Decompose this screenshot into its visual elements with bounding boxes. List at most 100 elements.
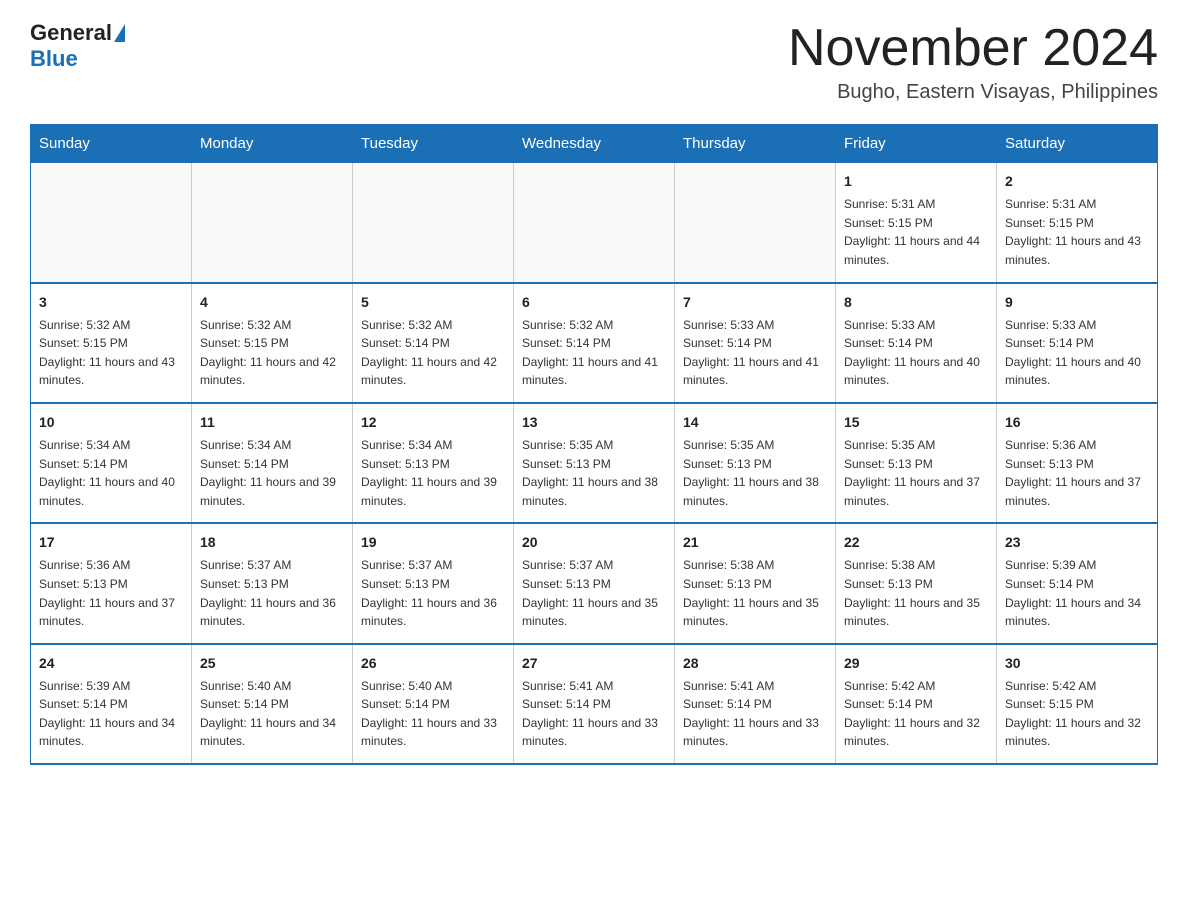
day-number: 19 [361,532,505,553]
calendar-cell: 7Sunrise: 5:33 AM Sunset: 5:14 PM Daylig… [675,283,836,403]
day-number: 17 [39,532,183,553]
day-info: Sunrise: 5:31 AM Sunset: 5:15 PM Dayligh… [1005,195,1149,269]
calendar-cell [353,163,514,283]
calendar-cell: 18Sunrise: 5:37 AM Sunset: 5:13 PM Dayli… [192,523,353,643]
week-row-2: 3 Sunrise: 5:32 AM Sunset: 5:15 PM Daylig… [31,283,1158,403]
calendar-body: 1 Sunrise: 5:31 AM Sunset: 5:15 PM Daylig… [31,163,1158,764]
day-number: 28 [683,653,827,674]
day-info: Sunrise: 5:36 AM Sunset: 5:13 PM Dayligh… [39,556,183,630]
day-number: 11 [200,412,344,433]
logo-general-text: General [30,20,112,46]
calendar-cell: 30Sunrise: 5:42 AM Sunset: 5:15 PM Dayli… [997,644,1158,764]
calendar-cell: 16Sunrise: 5:36 AM Sunset: 5:13 PM Dayli… [997,403,1158,523]
day-info: Sunrise: 5:36 AM Sunset: 5:13 PM Dayligh… [1005,436,1149,510]
calendar-cell: 21 Sunrise: 5:38 AM Sunset: 5:13 PM Dayli… [675,523,836,643]
calendar-cell: 6Sunrise: 5:32 AM Sunset: 5:14 PM Daylig… [514,283,675,403]
calendar-cell: 8 Sunrise: 5:33 AM Sunset: 5:14 PM Daylig… [836,283,997,403]
week-row-5: 24 Sunrise: 5:39 AM Sunset: 5:14 PM Dayli… [31,644,1158,764]
header-day-monday: Monday [192,125,353,163]
header-day-saturday: Saturday [997,125,1158,163]
day-number: 15 [844,412,988,433]
calendar-cell: 20 Sunrise: 5:37 AM Sunset: 5:13 PM Dayli… [514,523,675,643]
day-number: 29 [844,653,988,674]
day-number: 21 [683,532,827,553]
day-number: 1 [844,171,988,192]
day-number: 9 [1005,292,1149,313]
day-info: Sunrise: 5:32 AM Sunset: 5:14 PM Dayligh… [361,316,505,390]
day-info: Sunrise: 5:39 AM Sunset: 5:14 PM Dayligh… [1005,556,1149,630]
header-day-sunday: Sunday [31,125,192,163]
calendar-cell: 23 Sunrise: 5:39 AM Sunset: 5:14 PM Dayli… [997,523,1158,643]
day-number: 3 [39,292,183,313]
day-number: 13 [522,412,666,433]
day-info: Sunrise: 5:35 AM Sunset: 5:13 PM Dayligh… [522,436,666,510]
day-info: Sunrise: 5:32 AM Sunset: 5:15 PM Dayligh… [200,316,344,390]
day-number: 7 [683,292,827,313]
day-info: Sunrise: 5:35 AM Sunset: 5:13 PM Dayligh… [844,436,988,510]
calendar-cell: 12 Sunrise: 5:34 AM Sunset: 5:13 PM Dayli… [353,403,514,523]
day-number: 8 [844,292,988,313]
calendar-cell: 5 Sunrise: 5:32 AM Sunset: 5:14 PM Daylig… [353,283,514,403]
location-subtitle: Bugho, Eastern Visayas, Philippines [788,81,1158,104]
calendar-cell: 14 Sunrise: 5:35 AM Sunset: 5:13 PM Dayli… [675,403,836,523]
logo: General Blue [30,20,125,72]
day-number: 25 [200,653,344,674]
calendar-cell: 13 Sunrise: 5:35 AM Sunset: 5:13 PM Dayli… [514,403,675,523]
day-number: 10 [39,412,183,433]
day-info: Sunrise: 5:31 AM Sunset: 5:15 PM Dayligh… [844,195,988,269]
week-row-3: 10 Sunrise: 5:34 AM Sunset: 5:14 PM Dayli… [31,403,1158,523]
day-info: Sunrise: 5:41 AM Sunset: 5:14 PM Dayligh… [683,677,827,751]
calendar-table: SundayMondayTuesdayWednesdayThursdayFrid… [30,124,1158,765]
day-info: Sunrise: 5:34 AM Sunset: 5:14 PM Dayligh… [200,436,344,510]
logo-blue-text: Blue [30,46,78,72]
title-section: November 2024 Bugho, Eastern Visayas, Ph… [788,20,1158,104]
header-day-thursday: Thursday [675,125,836,163]
day-number: 22 [844,532,988,553]
calendar-cell: 15 Sunrise: 5:35 AM Sunset: 5:13 PM Dayli… [836,403,997,523]
day-info: Sunrise: 5:33 AM Sunset: 5:14 PM Dayligh… [844,316,988,390]
calendar-cell: 4 Sunrise: 5:32 AM Sunset: 5:15 PM Daylig… [192,283,353,403]
day-number: 20 [522,532,666,553]
calendar-cell: 2 Sunrise: 5:31 AM Sunset: 5:15 PM Daylig… [997,163,1158,283]
calendar-cell [514,163,675,283]
day-number: 2 [1005,171,1149,192]
day-info: Sunrise: 5:32 AM Sunset: 5:15 PM Dayligh… [39,316,183,390]
calendar-header: SundayMondayTuesdayWednesdayThursdayFrid… [31,125,1158,163]
day-info: Sunrise: 5:32 AM Sunset: 5:14 PM Dayligh… [522,316,666,390]
calendar-cell: 3 Sunrise: 5:32 AM Sunset: 5:15 PM Daylig… [31,283,192,403]
day-info: Sunrise: 5:37 AM Sunset: 5:13 PM Dayligh… [200,556,344,630]
day-number: 24 [39,653,183,674]
day-info: Sunrise: 5:34 AM Sunset: 5:14 PM Dayligh… [39,436,183,510]
day-number: 27 [522,653,666,674]
day-number: 14 [683,412,827,433]
calendar-cell: 27 Sunrise: 5:41 AM Sunset: 5:14 PM Dayli… [514,644,675,764]
day-number: 5 [361,292,505,313]
day-number: 4 [200,292,344,313]
day-info: Sunrise: 5:40 AM Sunset: 5:14 PM Dayligh… [200,677,344,751]
day-info: Sunrise: 5:39 AM Sunset: 5:14 PM Dayligh… [39,677,183,751]
week-row-1: 1 Sunrise: 5:31 AM Sunset: 5:15 PM Daylig… [31,163,1158,283]
day-info: Sunrise: 5:42 AM Sunset: 5:15 PM Dayligh… [1005,677,1149,751]
day-info: Sunrise: 5:37 AM Sunset: 5:13 PM Dayligh… [522,556,666,630]
calendar-cell: 17 Sunrise: 5:36 AM Sunset: 5:13 PM Dayli… [31,523,192,643]
calendar-cell: 26 Sunrise: 5:40 AM Sunset: 5:14 PM Dayli… [353,644,514,764]
calendar-cell: 19 Sunrise: 5:37 AM Sunset: 5:13 PM Dayli… [353,523,514,643]
day-number: 12 [361,412,505,433]
day-number: 23 [1005,532,1149,553]
calendar-cell: 1 Sunrise: 5:31 AM Sunset: 5:15 PM Daylig… [836,163,997,283]
header-day-wednesday: Wednesday [514,125,675,163]
header-day-friday: Friday [836,125,997,163]
calendar-cell [31,163,192,283]
day-info: Sunrise: 5:35 AM Sunset: 5:13 PM Dayligh… [683,436,827,510]
day-info: Sunrise: 5:40 AM Sunset: 5:14 PM Dayligh… [361,677,505,751]
day-info: Sunrise: 5:37 AM Sunset: 5:13 PM Dayligh… [361,556,505,630]
day-info: Sunrise: 5:42 AM Sunset: 5:14 PM Dayligh… [844,677,988,751]
month-title: November 2024 [788,20,1158,77]
day-info: Sunrise: 5:33 AM Sunset: 5:14 PM Dayligh… [1005,316,1149,390]
calendar-cell: 28 Sunrise: 5:41 AM Sunset: 5:14 PM Dayli… [675,644,836,764]
day-info: Sunrise: 5:41 AM Sunset: 5:14 PM Dayligh… [522,677,666,751]
day-info: Sunrise: 5:38 AM Sunset: 5:13 PM Dayligh… [683,556,827,630]
day-number: 26 [361,653,505,674]
day-info: Sunrise: 5:34 AM Sunset: 5:13 PM Dayligh… [361,436,505,510]
calendar-cell [192,163,353,283]
